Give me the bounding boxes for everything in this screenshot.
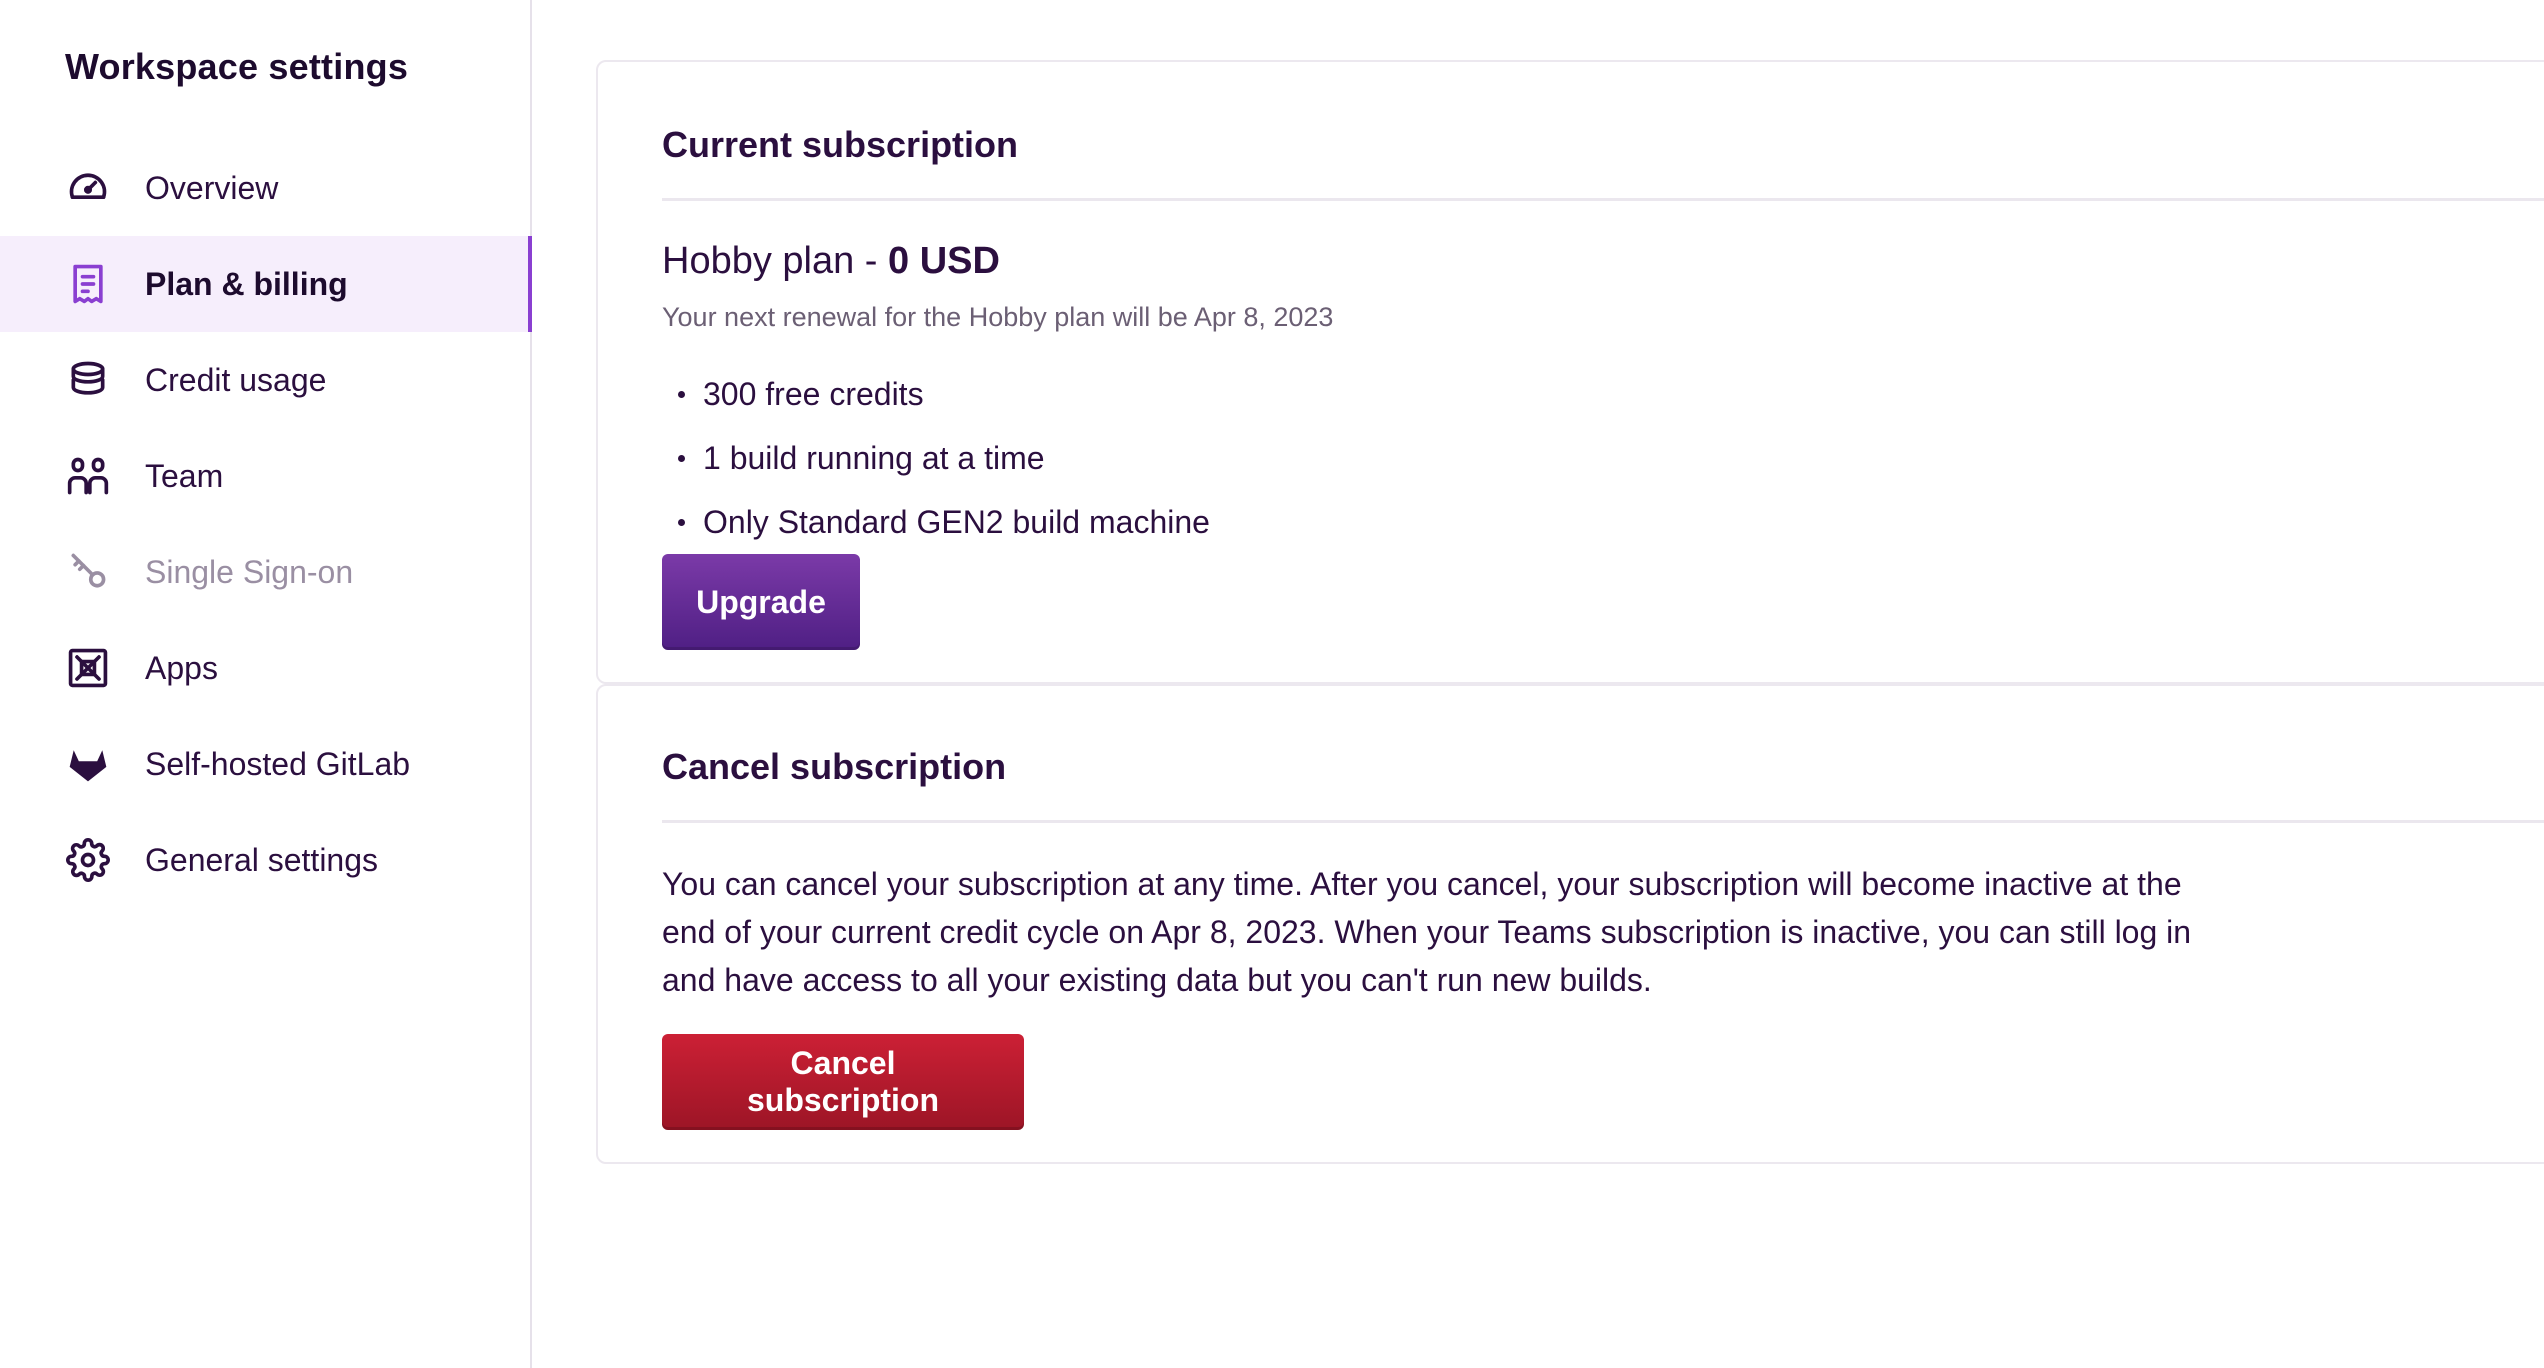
gitlab-icon xyxy=(64,740,112,788)
sidebar-title: Workspace settings xyxy=(65,46,409,87)
sidebar-item-self-hosted-gitlab[interactable]: Self-hosted GitLab xyxy=(0,716,530,812)
list-item: 300 free credits xyxy=(678,362,1210,426)
gear-icon xyxy=(64,836,112,884)
bullet-icon xyxy=(678,518,685,526)
plan-name: Hobby plan - 0 USD xyxy=(662,240,1000,283)
list-item: Only Standard GEN2 build machine xyxy=(678,490,1210,554)
sidebar-item-label: Credit usage xyxy=(145,361,327,398)
cancel-subscription-title: Cancel subscription xyxy=(662,746,1007,787)
divider xyxy=(662,198,2544,201)
coins-stack-icon xyxy=(64,356,112,404)
cancel-subscription-button[interactable]: Cancel subscription xyxy=(662,1034,1024,1130)
sidebar-item-label: General settings xyxy=(145,841,379,878)
current-subscription-card: Current subscription Hobby plan - 0 USD … xyxy=(596,60,2544,684)
feature-text: 1 build running at a time xyxy=(703,440,1045,476)
sidebar-item-apps[interactable]: Apps xyxy=(0,620,530,716)
bullet-icon xyxy=(678,454,685,462)
feature-text: 300 free credits xyxy=(703,376,924,412)
cancel-description: You can cancel your subscription at any … xyxy=(662,866,2192,998)
sidebar-item-plan-billing[interactable]: Plan & billing xyxy=(0,236,532,332)
sidebar-item-label: Overview xyxy=(145,169,279,206)
sidebar-item-label: Team xyxy=(145,457,224,494)
sidebar-item-general-settings[interactable]: General settings xyxy=(0,812,530,908)
plan-name-label: Hobby plan - xyxy=(662,240,889,282)
divider xyxy=(662,820,2544,823)
renewal-text: Your next renewal for the Hobby plan wil… xyxy=(662,302,1334,332)
receipt-icon xyxy=(64,260,112,308)
gauge-icon xyxy=(64,164,112,212)
key-icon xyxy=(64,548,112,596)
sidebar-item-label: Single Sign-on xyxy=(145,553,354,590)
current-subscription-title: Current subscription xyxy=(662,124,1019,165)
main-content: Current subscription Hobby plan - 0 USD … xyxy=(532,0,2544,1368)
sidebar-item-label: Self-hosted GitLab xyxy=(145,745,411,782)
sidebar-item-label: Apps xyxy=(145,649,218,686)
feature-text: Only Standard GEN2 build machine xyxy=(703,504,1210,540)
sidebar-nav: Overview Plan & billing Credit usage Tea… xyxy=(0,140,532,908)
sidebar-item-single-sign-on: Single Sign-on xyxy=(0,524,530,620)
sidebar-item-label: Plan & billing xyxy=(145,265,348,302)
bullet-icon xyxy=(678,390,685,398)
settings-sidebar: Workspace settings Overview Plan & billi xyxy=(0,0,532,1368)
sidebar-item-overview[interactable]: Overview xyxy=(0,140,530,236)
cancel-subscription-card: Cancel subscription You can cancel your … xyxy=(596,684,2544,1164)
team-icon xyxy=(64,452,112,500)
apps-box-icon xyxy=(64,644,112,692)
list-item: 1 build running at a time xyxy=(678,426,1210,490)
plan-features-list: 300 free credits 1 build running at a ti… xyxy=(678,362,1210,554)
upgrade-button[interactable]: Upgrade xyxy=(662,554,860,650)
plan-price: 0 USD xyxy=(888,240,1000,282)
sidebar-item-team[interactable]: Team xyxy=(0,428,530,524)
sidebar-item-credit-usage[interactable]: Credit usage xyxy=(0,332,530,428)
